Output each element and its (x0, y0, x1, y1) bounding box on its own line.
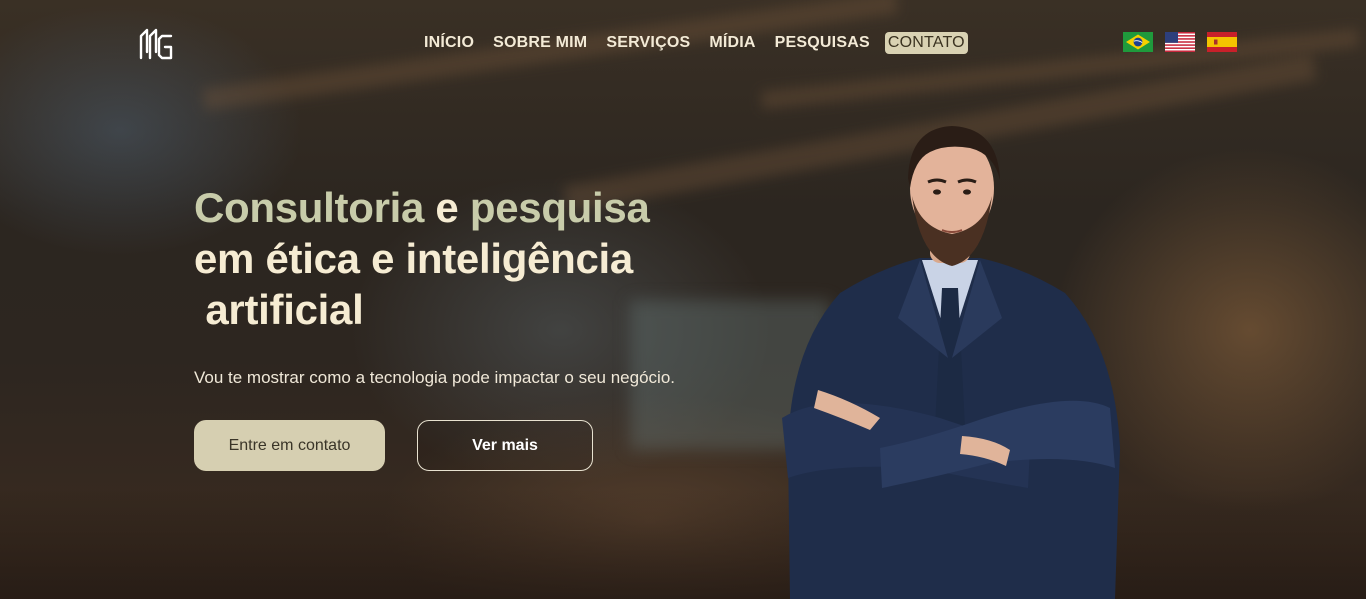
see-more-button[interactable]: Ver mais (417, 420, 593, 471)
spain-flag-icon[interactable] (1207, 32, 1237, 52)
contact-button[interactable]: Entre em contato (194, 420, 385, 471)
main-nav: INÍCIO SOBRE MIM SERVIÇOS MÍDIA PESQUISA… (420, 32, 979, 54)
headline-e: e (424, 184, 470, 231)
nav-item-midia[interactable]: MÍDIA (705, 32, 759, 54)
nav-item-pesquisas[interactable]: PESQUISAS (771, 32, 874, 54)
nav-item-servicos[interactable]: SERVIÇOS (602, 32, 694, 54)
nav-item-sobre-mim[interactable]: SOBRE MIM (489, 32, 591, 54)
brand-logo-icon[interactable] (138, 26, 174, 62)
blurred-audience (0, 489, 1366, 599)
hero-subtitle: Vou te mostrar como a tecnologia pode im… (194, 368, 676, 387)
brazil-flag-icon[interactable] (1123, 32, 1153, 52)
nav-item-inicio[interactable]: INÍCIO (420, 32, 478, 54)
usa-flag-icon[interactable] (1165, 32, 1195, 52)
headline-line-2: em ética e inteligência (194, 235, 633, 282)
language-switcher (1123, 32, 1237, 52)
nav-item-contato[interactable]: CONTATO (884, 32, 968, 54)
hero-headline: Consultoria e pesquisa em ética e inteli… (194, 182, 650, 335)
headline-consultoria: Consultoria (194, 184, 425, 231)
headline-pesquisa: pesquisa (469, 184, 650, 231)
consultant-portrait (782, 126, 1120, 599)
headline-line-3: artificial (194, 286, 364, 333)
